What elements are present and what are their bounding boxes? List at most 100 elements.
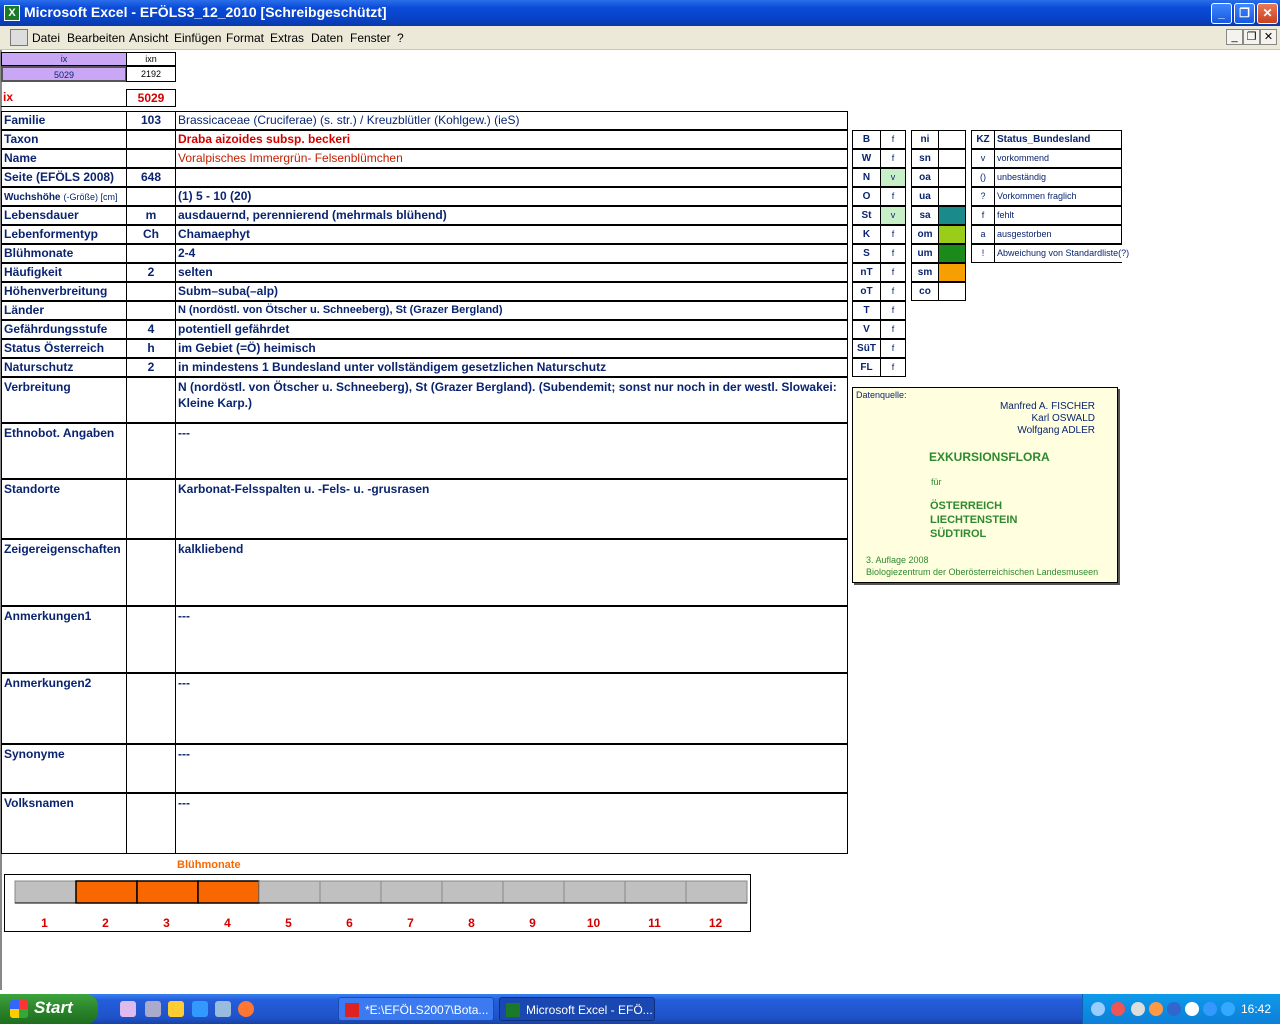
row-label[interactable]: Länder: [1, 301, 127, 320]
row-code[interactable]: [126, 187, 176, 206]
state-code-cell[interactable]: nT: [852, 263, 881, 282]
row-value[interactable]: ausdauernd, perennierend (mehrmals blühe…: [175, 206, 848, 225]
altitude-color-cell[interactable]: [938, 187, 966, 206]
row-label[interactable]: Gefährdungsstufe: [1, 320, 127, 339]
menu-daten[interactable]: Daten: [311, 31, 343, 45]
row-value[interactable]: selten: [175, 263, 848, 282]
state-code-cell[interactable]: O: [852, 187, 881, 206]
task-button-excel[interactable]: Microsoft Excel - EFÖ...: [499, 997, 655, 1021]
restore-button[interactable]: ❐: [1234, 3, 1255, 24]
row-label[interactable]: Status Österreich: [1, 339, 127, 358]
state-value-cell[interactable]: f: [880, 339, 906, 358]
tall-row-code[interactable]: [126, 479, 176, 539]
tall-row-code[interactable]: [126, 744, 176, 793]
start-button[interactable]: Start: [0, 994, 98, 1024]
ix-big-cell[interactable]: 5029: [126, 89, 176, 107]
state-value-cell[interactable]: f: [880, 263, 906, 282]
altitude-color-cell[interactable]: [938, 282, 966, 301]
altitude-code-cell[interactable]: sa: [911, 206, 939, 225]
row-value[interactable]: Subm–suba(–alp): [175, 282, 848, 301]
tall-row-label[interactable]: Verbreitung: [1, 377, 127, 423]
state-value-cell[interactable]: f: [880, 282, 906, 301]
altitude-code-cell[interactable]: co: [911, 282, 939, 301]
tall-row-value[interactable]: ---: [175, 606, 848, 673]
state-code-cell[interactable]: B: [852, 130, 881, 149]
row-value[interactable]: 2-4: [175, 244, 848, 263]
bloom-chart[interactable]: 1 2 3 4 5 6 7 8 9 10 11 12: [4, 874, 751, 932]
tray-icon-6[interactable]: [1185, 1002, 1199, 1016]
close-button[interactable]: ✕: [1257, 3, 1278, 24]
row-code[interactable]: [126, 282, 176, 301]
ix-label-cell[interactable]: ix: [1, 89, 127, 107]
task-button-editor[interactable]: *E:\EFÖLS2007\Bota...: [338, 997, 494, 1021]
state-value-cell[interactable]: f: [880, 320, 906, 339]
tall-row-label[interactable]: Anmerkungen2: [1, 673, 127, 744]
altitude-color-cell[interactable]: [938, 244, 966, 263]
tall-row-value[interactable]: ---: [175, 793, 848, 854]
altitude-code-cell[interactable]: ni: [911, 130, 939, 149]
altitude-code-cell[interactable]: ua: [911, 187, 939, 206]
ixn-header-cell[interactable]: ixn: [126, 52, 176, 66]
state-value-cell[interactable]: v: [880, 168, 906, 187]
state-value-cell[interactable]: f: [880, 301, 906, 320]
row-code[interactable]: 4: [126, 320, 176, 339]
row-code[interactable]: 103: [126, 111, 176, 130]
doc-minimize-button[interactable]: _: [1226, 29, 1243, 45]
altitude-code-cell[interactable]: sn: [911, 149, 939, 168]
menu-help[interactable]: ?: [397, 31, 404, 45]
tall-row-code[interactable]: [126, 377, 176, 423]
state-code-cell[interactable]: St: [852, 206, 881, 225]
tall-row-code[interactable]: [126, 539, 176, 606]
state-value-cell[interactable]: f: [880, 149, 906, 168]
row-value[interactable]: N (nordöstl. von Ötscher u. Schneeberg),…: [175, 301, 848, 320]
tall-row-value[interactable]: ---: [175, 744, 848, 793]
row-code[interactable]: [126, 130, 176, 149]
row-value[interactable]: Chamaephyt: [175, 225, 848, 244]
tray-icon-4[interactable]: [1149, 1002, 1163, 1016]
tall-row-label[interactable]: Volksnamen: [1, 793, 127, 854]
tall-row-value[interactable]: ---: [175, 673, 848, 744]
tall-row-label[interactable]: Zeigereigenschaften: [1, 539, 127, 606]
state-code-cell[interactable]: N: [852, 168, 881, 187]
minimize-button[interactable]: _: [1211, 3, 1232, 24]
state-code-cell[interactable]: FL: [852, 358, 881, 377]
altitude-color-cell[interactable]: [938, 263, 966, 282]
info-icon[interactable]: [1203, 1002, 1217, 1016]
altitude-code-cell[interactable]: um: [911, 244, 939, 263]
tall-row-label[interactable]: Anmerkungen1: [1, 606, 127, 673]
tall-row-value[interactable]: Karbonat-Felsspalten u. -Fels- u. -grusr…: [175, 479, 848, 539]
row-value[interactable]: [175, 168, 848, 187]
quicklaunch-icon-3[interactable]: [168, 1001, 184, 1017]
row-label[interactable]: Name: [1, 149, 127, 168]
tray-icon-8[interactable]: [1221, 1002, 1235, 1016]
doc-restore-button[interactable]: ❐: [1243, 29, 1260, 45]
excel-icon[interactable]: X: [4, 5, 20, 21]
row-label[interactable]: Wuchshöhe (-Größe) [cm]: [1, 187, 127, 206]
tall-row-code[interactable]: [126, 793, 176, 854]
doc-close-button[interactable]: ✕: [1260, 29, 1277, 45]
state-value-cell[interactable]: f: [880, 225, 906, 244]
altitude-code-cell[interactable]: oa: [911, 168, 939, 187]
state-value-cell[interactable]: f: [880, 187, 906, 206]
ix-header-cell[interactable]: ix: [1, 52, 127, 66]
tall-row-value[interactable]: N (nordöstl. von Ötscher u. Schneeberg),…: [175, 377, 848, 423]
row-value[interactable]: potentiell gefährdet: [175, 320, 848, 339]
ixn-value-cell[interactable]: 2192: [126, 66, 176, 82]
speaker-muted-icon[interactable]: [1111, 1002, 1125, 1016]
row-value[interactable]: in mindestens 1 Bundesland unter vollstä…: [175, 358, 848, 377]
shield-icon[interactable]: [1167, 1002, 1181, 1016]
state-code-cell[interactable]: T: [852, 301, 881, 320]
row-value[interactable]: (1) 5 - 10 (20): [175, 187, 848, 206]
state-code-cell[interactable]: oT: [852, 282, 881, 301]
row-value[interactable]: Draba aizoides subsp. beckeri: [175, 130, 848, 149]
row-label[interactable]: Familie: [1, 111, 127, 130]
row-code[interactable]: 2: [126, 358, 176, 377]
row-label[interactable]: Lebenformentyp: [1, 225, 127, 244]
state-code-cell[interactable]: K: [852, 225, 881, 244]
altitude-code-cell[interactable]: sm: [911, 263, 939, 282]
state-code-cell[interactable]: W: [852, 149, 881, 168]
altitude-color-cell[interactable]: [938, 149, 966, 168]
state-code-cell[interactable]: V: [852, 320, 881, 339]
menu-bearbeiten[interactable]: Bearbeiten: [67, 31, 125, 45]
altitude-color-cell[interactable]: [938, 130, 966, 149]
